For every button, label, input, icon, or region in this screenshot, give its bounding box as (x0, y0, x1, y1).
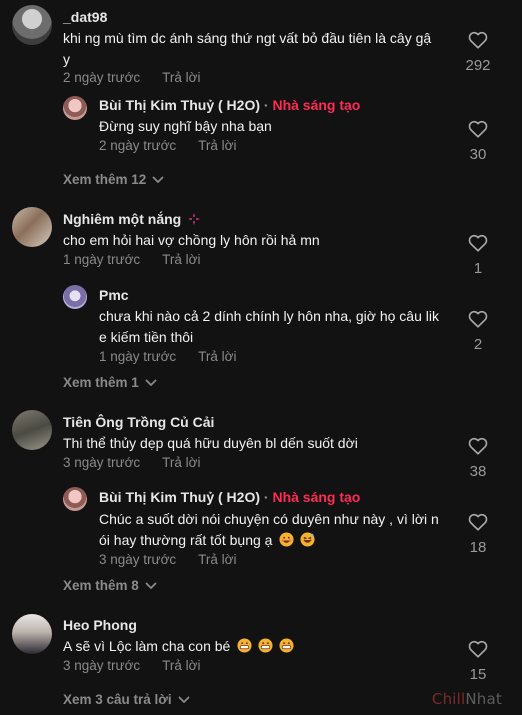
comment-username[interactable]: Heo Phong (63, 617, 137, 633)
separator-dot: · (263, 489, 269, 505)
like-button[interactable]: 2 (458, 310, 498, 353)
avatar[interactable] (12, 207, 52, 247)
chevron-down-icon (145, 380, 157, 387)
comment-meta: 3 ngày trước Trả lời (63, 658, 201, 673)
chevron-down-icon (178, 697, 190, 704)
heart-outline-icon (468, 234, 488, 252)
comment-text: cho em hỏi hai vợ chồng ly hôn rồi hả mn (63, 232, 320, 248)
reply-text-line1: Chúc a suốt dời nói chuyện có duyên như … (99, 511, 439, 527)
grinning-face-icon (279, 638, 294, 653)
reply-button[interactable]: Trả lời (162, 455, 200, 470)
avatar[interactable] (63, 285, 87, 309)
like-button[interactable]: 15 (458, 640, 498, 683)
avatar[interactable] (12, 5, 52, 45)
comment-username-line: Nghiêm một nắng (63, 211, 201, 227)
grinning-face-icon (237, 638, 252, 653)
reply-time: 2 ngày trước (99, 138, 177, 153)
reply-button[interactable]: Trả lời (162, 70, 200, 85)
like-count: 15 (469, 666, 487, 683)
reply-username[interactable]: Bùi Thị Kim Thuỷ ( H2O) (99, 97, 260, 113)
view-more-label: Xem thêm 1 (63, 375, 139, 390)
heart-outline-icon (468, 31, 488, 49)
heart-outline-icon (468, 120, 488, 138)
view-more-replies-button[interactable]: Xem thêm 8 (63, 578, 157, 593)
heart-outline-icon (468, 513, 488, 531)
comment-meta: 2 ngày trước Trả lời (63, 70, 201, 85)
like-button[interactable]: 30 (458, 120, 498, 163)
separator-dot: · (263, 97, 269, 113)
comment-username[interactable]: Tiên Ông Trồng Củ Cải (63, 414, 214, 430)
grinning-face-icon (258, 638, 273, 653)
view-more-label: Xem thêm 8 (63, 578, 139, 593)
reply-text-line1: chưa khi nào cả 2 dính chính ly hôn nha,… (99, 308, 439, 324)
view-more-label: Xem thêm 12 (63, 172, 147, 187)
reply-button[interactable]: Trả lời (162, 658, 200, 673)
comment-text-line1: A sẽ vì Lộc làm cha con bé (63, 638, 231, 654)
reply-text: Chúc a suốt dời nói chuyện có duyên như … (99, 509, 459, 551)
comment-time: 3 ngày trước (63, 455, 141, 470)
avatar[interactable] (12, 614, 52, 654)
comment-time: 1 ngày trước (63, 252, 141, 267)
reply-button[interactable]: Trả lời (198, 349, 236, 364)
like-count: 1 (473, 260, 483, 277)
like-button[interactable]: 18 (458, 513, 498, 556)
heart-outline-icon (468, 640, 488, 658)
reply-button[interactable]: Trả lời (162, 252, 200, 267)
comment-time: 3 ngày trước (63, 658, 141, 673)
like-button[interactable]: 292 (458, 31, 498, 74)
comment-text: khi ng mù tìm dc ánh sáng thứ ngt vất bỏ… (63, 28, 463, 70)
reply-text-line2: ói hay thường rất tốt bụng ạ (99, 532, 273, 548)
reply-meta: 2 ngày trước Trả lời (99, 138, 237, 153)
laughing-face-icon (300, 532, 315, 547)
watermark-part1: Chill (431, 690, 466, 708)
reply-text: chưa khi nào cả 2 dính chính ly hôn nha,… (99, 306, 459, 348)
reply-username-line: Bùi Thị Kim Thuỷ ( H2O) · Nhà sáng tạo (99, 97, 360, 113)
view-more-label: Xem 3 câu trả lời (63, 692, 172, 707)
like-button[interactable]: 38 (458, 437, 498, 480)
reply-time: 1 ngày trước (99, 349, 177, 364)
reply-username[interactable]: Bùi Thị Kim Thuỷ ( H2O) (99, 489, 260, 505)
reply-button[interactable]: Trả lời (198, 138, 236, 153)
watermark-part2: Nhat (465, 690, 502, 708)
comment-text: A sẽ vì Lộc làm cha con bé (63, 636, 453, 657)
like-count: 18 (469, 539, 487, 556)
view-more-replies-button[interactable]: Xem thêm 1 (63, 375, 157, 390)
like-count: 2 (473, 336, 483, 353)
like-count: 38 (469, 463, 487, 480)
reply-username-line: Bùi Thị Kim Thuỷ ( H2O) · Nhà sáng tạo (99, 489, 360, 505)
avatar[interactable] (12, 410, 52, 450)
comment-text: Thi thể thủy dẹp quá hữu duyên bl dến su… (63, 435, 358, 451)
pink-sparkle-icon (188, 213, 201, 225)
like-count: 30 (469, 146, 487, 163)
comment-text-line2: y (63, 51, 70, 67)
comment-time: 2 ngày trước (63, 70, 141, 85)
creator-badge: Nhà sáng tạo (272, 97, 361, 113)
view-more-replies-button[interactable]: Xem thêm 12 (63, 172, 164, 187)
like-count: 292 (465, 57, 491, 74)
reply-text: Đừng suy nghĩ bậy nha bạn (99, 118, 272, 134)
comment-username[interactable]: Nghiêm một nắng (63, 211, 181, 227)
reply-time: 3 ngày trước (99, 552, 177, 567)
comment-meta: 3 ngày trước Trả lời (63, 455, 201, 470)
creator-badge: Nhà sáng tạo (272, 489, 361, 505)
like-button[interactable]: 1 (458, 234, 498, 277)
reply-meta: 1 ngày trước Trả lời (99, 349, 237, 364)
reply-meta: 3 ngày trước Trả lời (99, 552, 237, 567)
chevron-down-icon (145, 583, 157, 590)
comment-meta: 1 ngày trước Trả lời (63, 252, 201, 267)
comment-username[interactable]: _dat98 (63, 9, 107, 25)
avatar[interactable] (63, 487, 87, 511)
watermark: ChillNhat (432, 690, 502, 708)
comment-text-line1: khi ng mù tìm dc ánh sáng thứ ngt vất bỏ… (63, 30, 432, 46)
reply-button[interactable]: Trả lời (198, 552, 236, 567)
heart-outline-icon (468, 437, 488, 455)
grinning-face-icon (279, 532, 294, 547)
reply-username[interactable]: Pmc (99, 287, 129, 303)
view-replies-button[interactable]: Xem 3 câu trả lời (63, 692, 190, 707)
heart-outline-icon (468, 310, 488, 328)
chevron-down-icon (152, 177, 164, 184)
reply-text-line2: e kiếm tiền thôi (99, 329, 194, 345)
avatar[interactable] (63, 96, 87, 120)
